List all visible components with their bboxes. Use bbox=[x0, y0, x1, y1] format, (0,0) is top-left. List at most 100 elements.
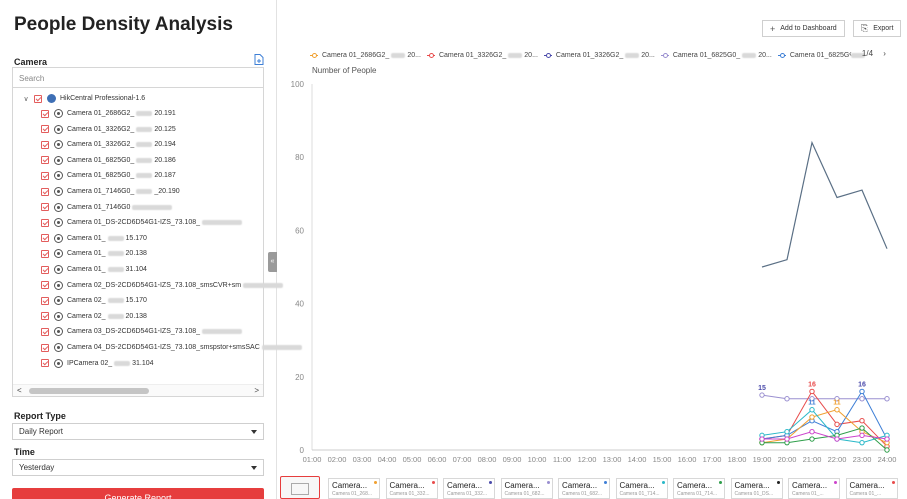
series-line bbox=[761, 140, 888, 268]
camera-card[interactable]: Camera... Camera 01_714... bbox=[615, 478, 668, 499]
camera-label: Camera bbox=[14, 57, 48, 67]
add-to-dashboard-button[interactable]: + Add to Dashboard bbox=[762, 20, 845, 37]
camera-card-name: Camera... bbox=[849, 481, 885, 490]
camera-item-suffix: 20.187 bbox=[154, 172, 176, 180]
camera-item-label: Camera 01_3326G2_ bbox=[67, 141, 135, 149]
camera-search-input[interactable] bbox=[13, 70, 263, 88]
camera-card-name: Camera... bbox=[332, 481, 368, 490]
legend-item[interactable]: Camera 01_2686G2_ 20... bbox=[310, 52, 421, 59]
export-button[interactable]: ⎘ Export bbox=[853, 20, 902, 37]
camera-item-label: Camera 01_7146G0 bbox=[67, 203, 131, 211]
camera-tree-item[interactable]: Camera 01_6825G0_ 20.186 bbox=[41, 153, 176, 168]
checkbox-icon[interactable] bbox=[41, 359, 49, 368]
checkbox-icon[interactable] bbox=[34, 94, 42, 103]
tree-root[interactable]: ∨ HikCentral Professional-1.6 bbox=[21, 91, 145, 106]
camera-item-label: Camera 01_2686G2_ bbox=[67, 110, 135, 117]
camera-item-suffix: 31.104 bbox=[132, 359, 154, 367]
camera-card[interactable]: Camera... Camera 01_... bbox=[788, 478, 840, 499]
camera-card[interactable]: Camera... Camera 01_682... bbox=[558, 478, 610, 499]
scroll-right-icon[interactable]: > bbox=[254, 386, 259, 395]
camera-tree-item[interactable]: Camera 01_ 20.138 bbox=[41, 246, 147, 261]
series-point bbox=[884, 396, 890, 402]
scroll-left-icon[interactable]: < bbox=[17, 386, 22, 395]
camera-card[interactable]: Camera... Camera 01_... bbox=[845, 478, 898, 499]
redacted-text bbox=[625, 52, 640, 58]
collapse-panel-handle[interactable]: « bbox=[268, 252, 277, 272]
checkbox-icon[interactable] bbox=[41, 265, 49, 274]
checkbox-icon[interactable] bbox=[41, 234, 49, 243]
camera-tree-item[interactable]: Camera 01_ 31.104 bbox=[41, 262, 147, 277]
series-color-dot bbox=[431, 481, 435, 484]
checkbox-icon[interactable] bbox=[41, 249, 49, 258]
checkbox-icon[interactable] bbox=[41, 109, 49, 118]
camera-tree-item[interactable]: IPCamera 02_ 31.104 bbox=[41, 356, 154, 371]
chart-thumbnail-button[interactable] bbox=[280, 476, 320, 499]
checkbox-icon[interactable] bbox=[41, 125, 49, 134]
checkbox-icon[interactable] bbox=[41, 327, 49, 336]
report-type-select[interactable]: Daily Report bbox=[12, 423, 264, 440]
checkbox-icon[interactable] bbox=[41, 281, 49, 290]
time-select[interactable]: Yesterday bbox=[12, 459, 264, 476]
legend-item[interactable]: Camera 01_3326G2_ 20... bbox=[426, 52, 538, 59]
checkbox-icon[interactable] bbox=[41, 140, 49, 149]
series-point bbox=[859, 418, 865, 424]
checkbox-icon[interactable] bbox=[41, 171, 49, 180]
legend-item[interactable]: Camera 01_3326G2_ 20... bbox=[543, 52, 655, 59]
camera-card-name: Camera... bbox=[504, 481, 540, 490]
legend-pager: ‹ 1/4 › bbox=[845, 49, 890, 58]
camera-tree-item[interactable]: Camera 01_ 15.170 bbox=[41, 231, 147, 246]
legend-item[interactable]: Camera 01_6825G0_ 20... bbox=[660, 52, 772, 59]
import-file-icon[interactable] bbox=[254, 54, 264, 65]
checkbox-icon[interactable] bbox=[41, 187, 49, 196]
camera-item-label: Camera 04_DS-2CD6D54G1-IZS_73.108_smspst… bbox=[67, 344, 260, 351]
camera-card[interactable]: Camera... Camera 01_714... bbox=[673, 478, 725, 499]
legend-label: Camera 01_2686G2_ bbox=[322, 51, 390, 59]
redacted-text bbox=[136, 173, 153, 179]
camera-card-subtitle: Camera 01_332... bbox=[447, 491, 488, 497]
series-point bbox=[809, 407, 815, 413]
camera-card-subtitle: Camera 01_714... bbox=[677, 491, 718, 497]
y-tick-label: 20 bbox=[295, 373, 304, 382]
camera-card[interactable]: Camera... Camera 01_268... bbox=[328, 478, 380, 499]
redacted-text bbox=[508, 52, 523, 58]
camera-tree-item[interactable]: Camera 02_DS-2CD6D54G1-IZS_73.108_smsCVR… bbox=[41, 278, 285, 293]
x-tick-label: 01:00 bbox=[303, 455, 322, 464]
camera-tree-item[interactable]: Camera 01_DS-2CD6D54G1-IZS_73.108_ bbox=[41, 215, 244, 230]
camera-card-name: Camera... bbox=[389, 481, 425, 490]
redacted-text bbox=[132, 204, 173, 210]
checkbox-icon[interactable] bbox=[41, 156, 49, 165]
camera-tree-item[interactable]: Camera 01_7146G0 bbox=[41, 200, 174, 215]
x-tick-label: 06:00 bbox=[428, 455, 447, 464]
x-tick-label: 07:00 bbox=[453, 455, 472, 464]
camera-card[interactable]: Camera... Camera 01_332... bbox=[385, 478, 438, 499]
camera-tree-item[interactable]: Camera 04_DS-2CD6D54G1-IZS_73.108_smspst… bbox=[41, 340, 304, 355]
camera-tree-item[interactable]: Camera 01_6825G0_ 20.187 bbox=[41, 168, 176, 183]
camera-tree-item[interactable]: Camera 01_3326G2_ 20.194 bbox=[41, 137, 176, 152]
checkbox-icon[interactable] bbox=[41, 296, 49, 305]
legend-prev-icon[interactable]: ‹ bbox=[849, 49, 852, 58]
checkbox-icon[interactable] bbox=[41, 218, 49, 227]
checkbox-icon[interactable] bbox=[41, 312, 49, 321]
camera-tree-item[interactable]: Camera 02_ 15.170 bbox=[41, 293, 147, 308]
checkbox-icon[interactable] bbox=[41, 203, 49, 212]
series-color-dot bbox=[374, 481, 377, 484]
chevron-down-icon[interactable]: ∨ bbox=[21, 95, 31, 103]
camera-tree-item[interactable]: Camera 01_7146G0_ _20.190 bbox=[41, 184, 180, 199]
camera-item-label: Camera 01_6825G0_ bbox=[67, 156, 135, 164]
generate-report-button[interactable]: Generate Report bbox=[12, 488, 264, 499]
checkbox-icon[interactable] bbox=[41, 343, 49, 352]
y-tick-label: 0 bbox=[300, 446, 305, 455]
legend-next-icon[interactable]: › bbox=[883, 49, 886, 58]
camera-item-suffix: 20.138 bbox=[125, 250, 147, 258]
camera-tree-item[interactable]: Camera 01_2686G2_ 20.191 bbox=[41, 106, 176, 121]
camera-tree-item[interactable]: Camera 01_3326G2_ 20.125 bbox=[41, 122, 176, 137]
camera-card[interactable]: Camera... Camera 01_682... bbox=[500, 478, 553, 499]
camera-tree-item[interactable]: Camera 02_ 20.138 bbox=[41, 309, 147, 324]
camera-tree-item[interactable]: Camera 03_DS-2CD6D54G1-IZS_73.108_ bbox=[41, 324, 244, 339]
redacted-text bbox=[114, 360, 131, 366]
camera-card[interactable]: Camera... Camera 01_332... bbox=[443, 478, 495, 499]
time-value: Yesterday bbox=[19, 463, 55, 472]
horizontal-scrollbar[interactable]: < > bbox=[13, 384, 263, 396]
scrollbar-thumb[interactable] bbox=[29, 388, 149, 394]
camera-card[interactable]: Camera... Camera 01_DS... bbox=[730, 478, 783, 499]
